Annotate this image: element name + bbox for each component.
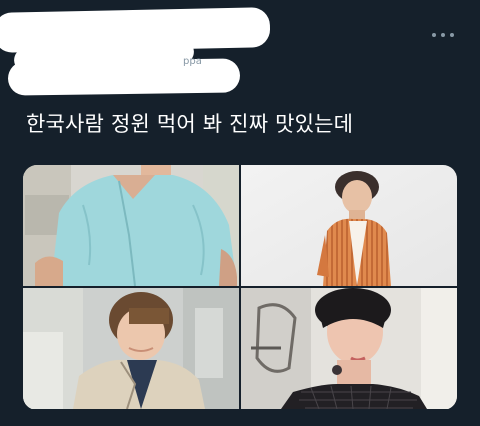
redaction-mark: [7, 58, 241, 96]
media-photo-1[interactable]: [23, 165, 239, 286]
media-photo-2[interactable]: [241, 165, 457, 286]
media-grid: [23, 165, 457, 410]
user-handle-fragment: ppa: [183, 56, 202, 67]
tweet-header: ppa: [0, 0, 480, 96]
more-horizontal-icon[interactable]: [432, 28, 454, 42]
tweet-text: 한국사람 정윈 먹어 봐 진짜 맛있는데: [26, 112, 354, 136]
media-photo-3[interactable]: [23, 288, 239, 409]
media-photo-4[interactable]: [241, 288, 457, 409]
